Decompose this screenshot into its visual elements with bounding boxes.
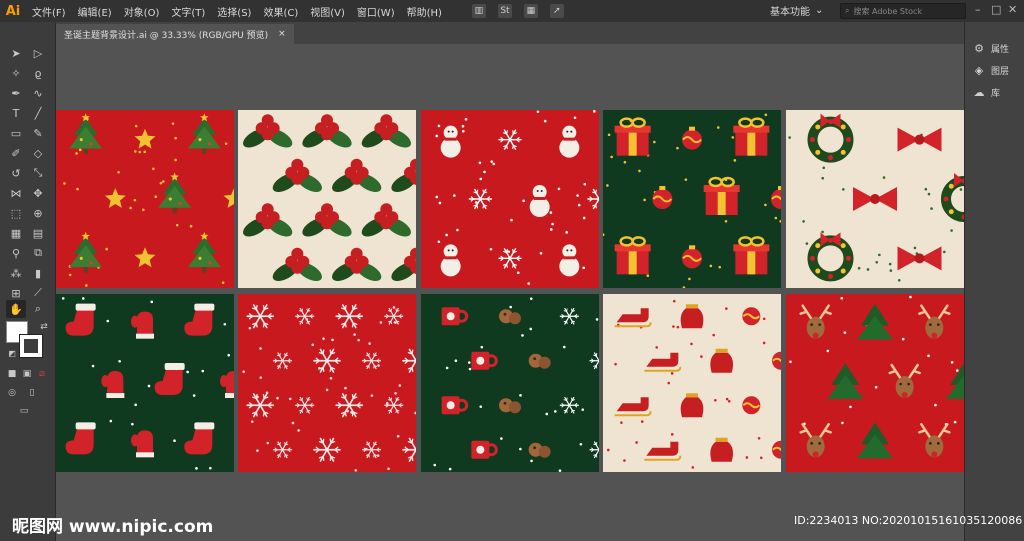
watermark-site: 昵图网 www.nipic.com xyxy=(12,517,214,537)
pattern-tile-snowflakes[interactable] xyxy=(238,294,416,472)
free-transform-tool-icon[interactable]: ⬚ xyxy=(6,204,26,222)
width-tool-icon[interactable]: ⋈ xyxy=(6,184,26,202)
puppet-warp-tool-icon[interactable]: ✥ xyxy=(28,184,48,202)
screen-mode-icon[interactable]: ▯ xyxy=(22,384,42,402)
symbol-sprayer-tool-icon[interactable]: ⁂ xyxy=(6,264,26,282)
menu-effect[interactable]: 效果(C) xyxy=(257,4,304,19)
pen-tool-icon[interactable]: ✒ xyxy=(6,84,26,102)
scale-tool-icon[interactable]: ⤡ xyxy=(28,164,48,182)
pattern-tile-reindeer-trees[interactable] xyxy=(786,294,964,472)
swap-colors-icon[interactable]: ⇄ xyxy=(34,318,54,336)
direct-selection-tool-icon[interactable]: ▷ xyxy=(28,44,48,62)
bridge-icon[interactable]: ▥ xyxy=(471,4,486,18)
shape-builder-tool-icon[interactable]: ⊕ xyxy=(28,204,48,222)
type-tool-icon[interactable]: T xyxy=(6,104,26,122)
pattern-tile-stockings-mittens[interactable] xyxy=(56,294,234,472)
line-tool-icon[interactable]: ╱ xyxy=(28,104,48,122)
close-tab-icon[interactable]: × xyxy=(278,29,286,39)
stock-search-input[interactable]: ⌕ 搜索 Adobe Stock xyxy=(840,3,966,19)
search-placeholder: 搜索 Adobe Stock xyxy=(853,6,923,16)
eyedropper-tool-icon[interactable]: ⚲ xyxy=(6,244,26,262)
menu-help[interactable]: 帮助(H) xyxy=(401,4,448,19)
rotate-tool-icon[interactable]: ↺ xyxy=(6,164,26,182)
menu-object[interactable]: 对象(O) xyxy=(118,4,166,19)
maximize-icon[interactable]: □ xyxy=(991,3,1001,16)
properties-label: 属性 xyxy=(991,45,1010,55)
layers-label: 图层 xyxy=(991,67,1010,77)
menu-file[interactable]: 文件(F) xyxy=(26,4,72,19)
lasso-tool-icon[interactable]: ϱ xyxy=(28,64,48,82)
draw-mode-icon[interactable]: ◎ xyxy=(2,384,22,402)
curvature-tool-icon[interactable]: ∿ xyxy=(28,84,48,102)
menu-type[interactable]: 文字(T) xyxy=(165,4,211,19)
stroke-swatch[interactable] xyxy=(19,334,43,358)
artboard-canvas[interactable] xyxy=(56,44,964,541)
paintbrush-tool-icon[interactable]: ✎ xyxy=(28,124,48,142)
shaper-tool-icon[interactable]: ✐ xyxy=(6,144,26,162)
document-title: 圣诞主题背景设计.ai @ 33.33% (RGB/GPU 预览) xyxy=(64,30,269,41)
layers-icon: ◈ xyxy=(974,64,984,77)
libraries-label: 库 xyxy=(991,89,1001,99)
close-window-icon[interactable]: ✕ xyxy=(1008,3,1017,16)
perspective-grid-tool-icon[interactable]: ▦ xyxy=(6,224,26,242)
selection-tool-icon[interactable]: ➤ xyxy=(6,44,26,62)
menu-bar: Ai 文件(F) 编辑(E) 对象(O) 文字(T) 选择(S) 效果(C) 视… xyxy=(0,0,1024,22)
eraser-tool-icon[interactable]: ◇ xyxy=(28,144,48,162)
libraries-icon: ☁ xyxy=(973,86,985,99)
magic-wand-tool-icon[interactable]: ✧ xyxy=(6,64,26,82)
menu-window[interactable]: 窗口(W) xyxy=(351,4,401,19)
pattern-tile-sleighs-bags[interactable] xyxy=(603,294,781,472)
menu-edit[interactable]: 编辑(E) xyxy=(72,4,118,19)
watermark-id: ID:2234013 NO:20201015161035120086 xyxy=(794,514,1023,527)
menu-view[interactable]: 视图(V) xyxy=(304,4,351,19)
pattern-tile-mugs-cookies[interactable] xyxy=(421,294,599,472)
layers-panel-button[interactable]: ◈ 图层 xyxy=(973,64,1009,77)
pattern-tile-gifts-ornaments[interactable] xyxy=(603,110,781,288)
rectangle-tool-icon[interactable]: ▭ xyxy=(6,124,26,142)
workspace-switcher[interactable]: 基本功能 ⌄ xyxy=(770,3,823,18)
libraries-panel-button[interactable]: ☁ 库 xyxy=(973,86,1001,99)
minimize-icon[interactable]: – xyxy=(975,3,981,16)
gpu-icon[interactable]: ➚ xyxy=(549,4,564,18)
none-mode-icon[interactable]: ⧄ xyxy=(32,365,52,383)
menu-select[interactable]: 选择(S) xyxy=(211,4,257,19)
pattern-tile-wreaths-bows[interactable] xyxy=(786,110,964,288)
column-graph-tool-icon[interactable]: ▮ xyxy=(28,264,48,282)
stock-icon[interactable]: St xyxy=(497,4,512,18)
zoom-tool-icon[interactable]: ⌕ xyxy=(28,300,48,318)
app-logo: Ai xyxy=(5,3,21,19)
properties-panel-button[interactable]: ⚙ 属性 xyxy=(973,42,1009,55)
properties-icon: ⚙ xyxy=(974,42,984,55)
document-tab[interactable]: 圣诞主题背景设计.ai @ 33.33% (RGB/GPU 预览) × xyxy=(56,24,294,44)
pattern-tile-holly-berries[interactable] xyxy=(238,110,416,288)
tools-panel: ➤ ▷ ✧ ϱ ✒ ∿ T ╱ ▭ ✎ ✐ ◇ ↺ ⤡ ⋈ ✥ ⬚ ⊕ ▦ ▤ … xyxy=(0,22,56,541)
workspace-label: 基本功能 xyxy=(770,7,810,18)
blend-tool-icon[interactable]: ⧉ xyxy=(28,244,48,262)
document-tabbar: 圣诞主题背景设计.ai @ 33.33% (RGB/GPU 预览) × xyxy=(56,22,964,44)
pattern-tile-christmas-trees-stars[interactable] xyxy=(56,110,234,288)
right-panel-dock: ⚙ 属性 ◈ 图层 ☁ 库 xyxy=(964,22,1024,541)
change-screen-mode-icon[interactable]: ▭ xyxy=(14,402,34,420)
arrange-icon[interactable]: ▦ xyxy=(523,4,538,18)
gradient-tool-icon[interactable]: ▤ xyxy=(28,224,48,242)
hand-tool-icon[interactable]: ✋ xyxy=(6,300,26,318)
illustrator-window: Ai 文件(F) 编辑(E) 对象(O) 文字(T) 选择(S) 效果(C) 视… xyxy=(0,0,1024,541)
default-colors-icon[interactable]: ◩ xyxy=(2,344,22,362)
chevron-down-icon: ⌄ xyxy=(815,5,824,16)
pattern-tile-snowmen-snowflakes[interactable] xyxy=(421,110,599,288)
search-icon: ⌕ xyxy=(845,6,850,15)
